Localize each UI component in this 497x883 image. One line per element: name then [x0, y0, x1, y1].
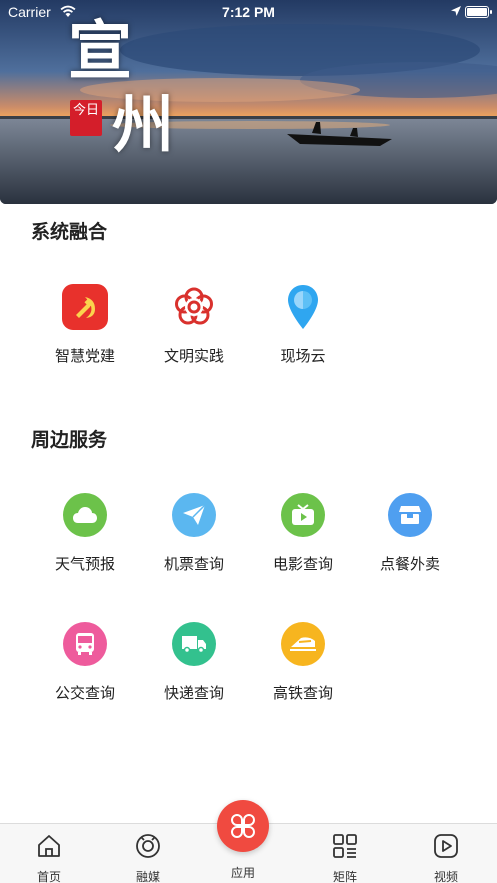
service-bus[interactable]: 公交查询	[31, 620, 139, 703]
section-title-nearby: 周边服务	[31, 429, 108, 451]
service-label: 机票查询	[163, 555, 224, 573]
tab-home[interactable]: 首页	[14, 832, 84, 883]
tab-media[interactable]: 融媒	[113, 832, 183, 883]
flower-icon	[170, 283, 218, 331]
app-smart-party[interactable]: 智慧党建	[31, 283, 139, 366]
battery-icon	[465, 6, 492, 18]
tab-label: 融媒	[135, 870, 160, 883]
service-flight[interactable]: 机票查询	[140, 491, 248, 574]
tab-label: 首页	[36, 870, 61, 883]
location-arrow-icon	[451, 6, 461, 16]
status-bar: Carrier 7:12 PM	[0, 0, 497, 24]
food-box-icon	[388, 493, 432, 537]
section-title-system: 系统融合	[31, 221, 108, 243]
brand-title-line2: 州	[112, 88, 175, 161]
service-movie[interactable]: 电影查询	[249, 491, 357, 574]
apps-icon	[217, 800, 269, 852]
service-weather[interactable]: 天气预报	[31, 491, 139, 574]
brand-title-line1: 宣	[68, 14, 132, 89]
bus-icon	[63, 622, 107, 666]
tab-label: 矩阵	[332, 870, 357, 883]
tab-video[interactable]: 视频	[411, 832, 481, 883]
tv-play-icon	[281, 493, 325, 537]
home-icon	[38, 835, 60, 857]
video-play-icon	[434, 834, 458, 858]
app-live-cloud[interactable]: 现场云	[249, 283, 357, 366]
cloud-icon	[63, 493, 107, 537]
service-high-speed-rail[interactable]: 高铁查询	[249, 620, 357, 703]
service-label: 天气预报	[54, 555, 115, 573]
media-icon	[136, 834, 160, 858]
service-label: 点餐外卖	[379, 555, 440, 573]
app-civilization-practice[interactable]: 文明实践	[140, 283, 248, 366]
clock: 7:12 PM	[222, 4, 275, 20]
paper-plane-icon	[172, 493, 216, 537]
service-label: 高铁查询	[272, 684, 333, 702]
tab-apps[interactable]: 应用	[217, 800, 269, 881]
party-emblem-icon	[61, 283, 109, 331]
service-label: 公交查询	[54, 684, 115, 702]
app-label: 文明实践	[163, 347, 224, 365]
service-label: 快递查询	[163, 684, 224, 702]
matrix-icon	[333, 834, 357, 858]
service-takeout[interactable]: 点餐外卖	[356, 491, 464, 574]
tab-label: 视频	[433, 870, 458, 883]
train-icon	[281, 622, 325, 666]
header-banner[interactable]: 宣 今日 州	[0, 0, 497, 204]
app-label: 智慧党建	[54, 347, 115, 365]
service-label: 电影查询	[272, 555, 333, 573]
tab-label: 应用	[230, 866, 255, 880]
location-pin-icon	[279, 283, 327, 331]
brand-seal: 今日	[70, 100, 102, 136]
truck-icon	[172, 622, 216, 666]
service-express[interactable]: 快递查询	[140, 620, 248, 703]
tab-matrix[interactable]: 矩阵	[310, 832, 380, 883]
app-label: 现场云	[280, 347, 326, 365]
